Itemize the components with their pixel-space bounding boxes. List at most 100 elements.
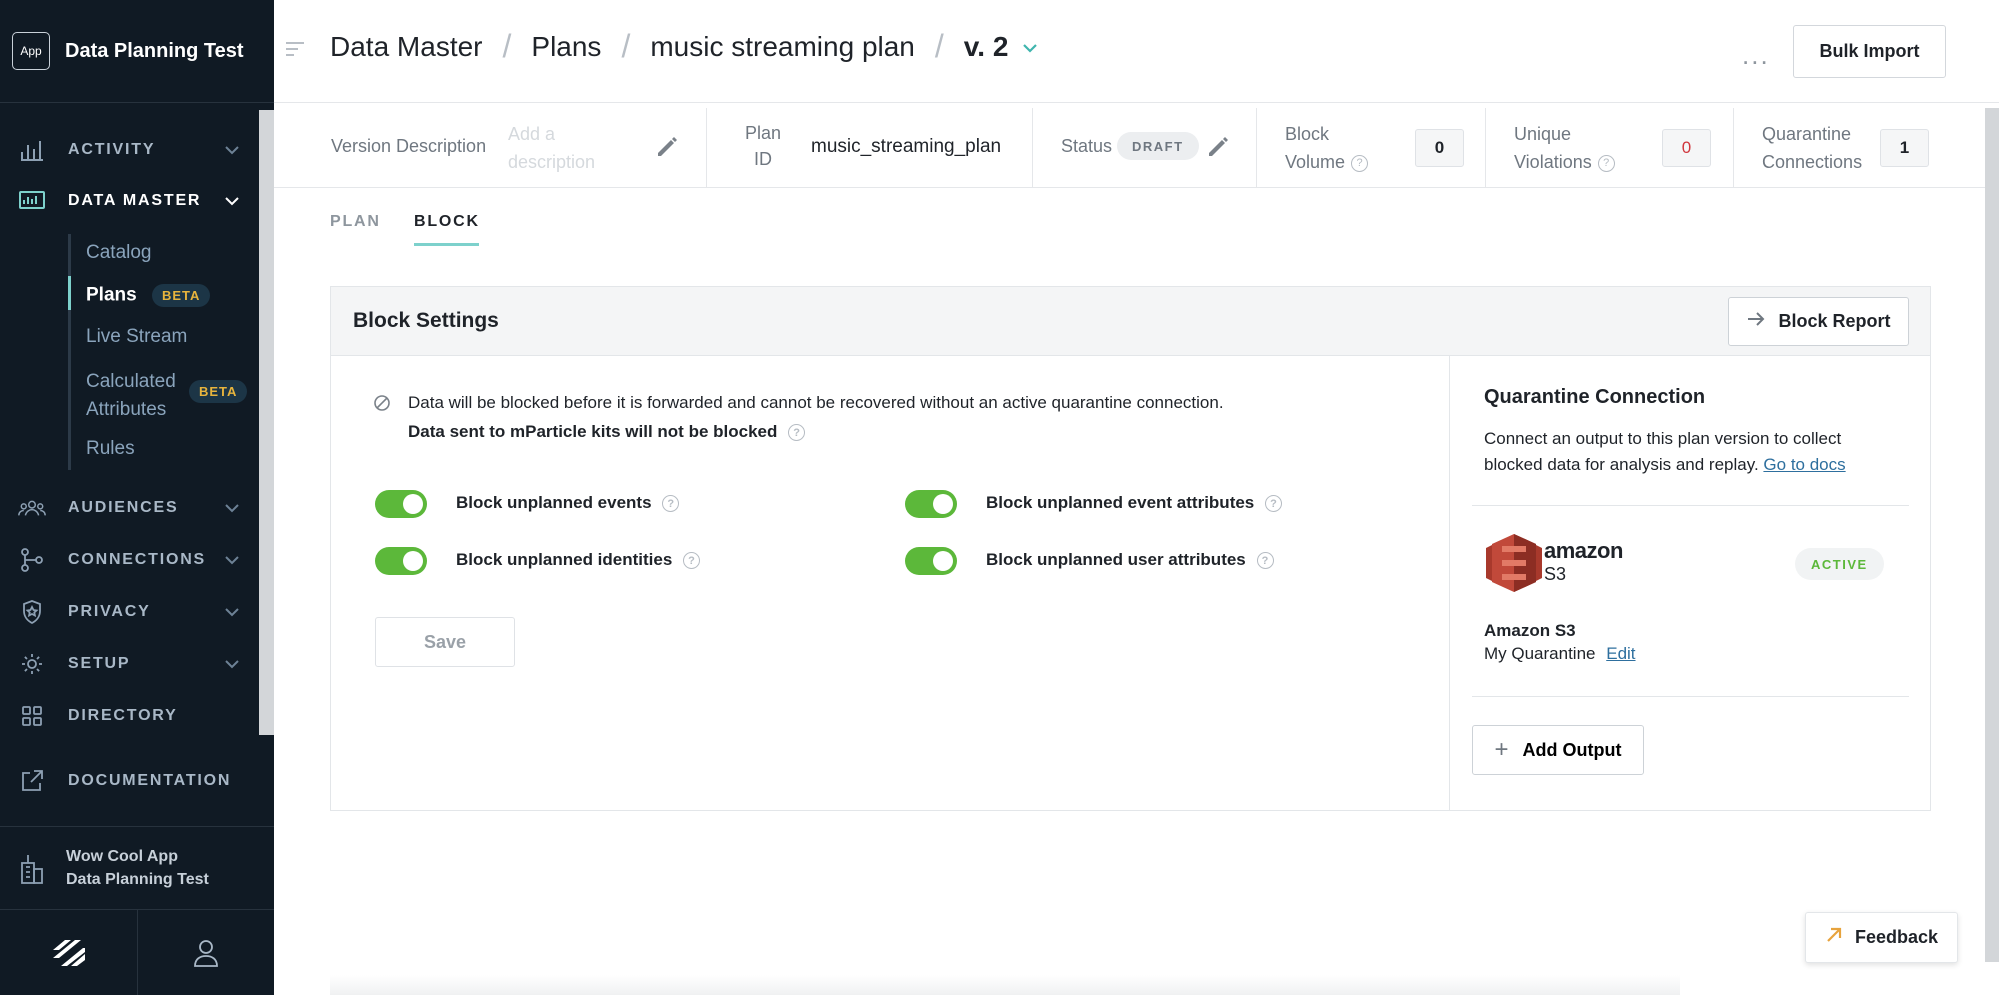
chevron-down-icon: [222, 191, 242, 211]
help-icon[interactable]: ?: [1265, 495, 1282, 513]
help-icon[interactable]: ?: [683, 552, 701, 570]
pencil-icon[interactable]: [1205, 134, 1231, 165]
chevron-down-icon: [222, 140, 242, 160]
breadcrumb-plan-name[interactable]: music streaming plan: [650, 31, 915, 63]
tab-block[interactable]: BLOCK: [414, 213, 480, 231]
building-icon: [20, 851, 44, 890]
block-volume-label-1: Block: [1285, 124, 1330, 144]
bulk-import-button[interactable]: Bulk Import: [1793, 25, 1946, 78]
workspace-switcher[interactable]: Wow Cool App Data Planning Test: [0, 826, 274, 910]
unique-violations-cell: Unique Violations? 0: [1486, 108, 1734, 188]
pencil-icon[interactable]: [654, 134, 680, 165]
save-button[interactable]: Save: [375, 617, 515, 667]
subnav-plans-label: Plans: [86, 284, 137, 306]
app-badge: App: [12, 32, 50, 70]
nav-data-master-label: DATA MASTER: [68, 192, 202, 209]
version-selector[interactable]: v. 2: [964, 31, 1038, 63]
breadcrumb-separator: /: [502, 28, 512, 64]
app-name: Data Planning Test: [65, 39, 244, 62]
sidebar: App Data Planning Test ACTIVITY DATA MAS…: [0, 0, 274, 995]
activity-icon: [18, 136, 46, 164]
plan-id-value: music_streaming_plan: [811, 136, 1002, 157]
external-link-icon: [18, 767, 46, 795]
breadcrumb-separator: /: [934, 28, 944, 64]
version-description-placeholder-1: Add a: [508, 124, 556, 144]
unique-violations-label-1: Unique: [1514, 124, 1572, 144]
subnav-calc-label-2: Attributes: [86, 399, 167, 420]
nav-setup-label: SETUP: [68, 655, 131, 672]
breadcrumb-data-master[interactable]: Data Master: [330, 31, 483, 63]
breadcrumb-separator: /: [621, 28, 631, 64]
help-icon[interactable]: ?: [788, 424, 806, 442]
mparticle-logo-icon[interactable]: [0, 910, 137, 995]
breadcrumb-plans[interactable]: Plans: [531, 31, 601, 63]
help-icon[interactable]: ?: [1351, 154, 1369, 172]
block-report-button[interactable]: Block Report: [1728, 297, 1909, 346]
unique-violations-value: 0: [1662, 129, 1711, 167]
sidebar-bottom: [0, 910, 274, 995]
blocked-icon: [373, 394, 391, 417]
nav-directory[interactable]: DIRECTORY: [0, 696, 259, 736]
subnav-calculated-attributes[interactable]: Calculated Attributes: [86, 368, 176, 424]
workspace-line-2: Data Planning Test: [66, 871, 209, 888]
menu-toggle-icon[interactable]: [284, 40, 306, 63]
app-header[interactable]: App Data Planning Test: [0, 0, 274, 103]
feedback-button[interactable]: Feedback: [1805, 912, 1958, 963]
status-label: Status: [1061, 136, 1113, 156]
block-notice-kits: Data sent to mParticle kits will not be …: [408, 422, 806, 442]
active-indicator: [68, 276, 71, 310]
top-header: Data Master / Plans / music streaming pl…: [274, 0, 1999, 103]
tab-plan[interactable]: PLAN: [330, 213, 381, 231]
toggle-block-unplanned-identities[interactable]: [375, 547, 427, 575]
quarantine-connections-label: Quarantine Connections: [1762, 120, 1862, 176]
toggle-label-text: Block unplanned identities: [456, 550, 673, 569]
subnav-plans[interactable]: Plans BETA: [86, 284, 211, 307]
block-volume-label: Block Volume?: [1285, 120, 1369, 176]
more-options-icon[interactable]: ...: [1742, 40, 1770, 71]
nav-connections[interactable]: CONNECTIONS: [0, 540, 259, 580]
nav-privacy[interactable]: PRIVACY: [0, 592, 259, 632]
go-to-docs-link[interactable]: Go to docs: [1763, 455, 1845, 474]
toggle-block-unplanned-user-attributes[interactable]: [905, 547, 957, 575]
shield-icon: [18, 598, 46, 626]
nav-connections-label: CONNECTIONS: [68, 551, 207, 568]
subnav-rules[interactable]: Rules: [86, 438, 135, 460]
workspace-name: Wow Cool App Data Planning Test: [66, 845, 209, 891]
version-label: v. 2: [963, 30, 1009, 62]
help-icon[interactable]: ?: [662, 495, 680, 513]
user-profile-icon[interactable]: [137, 910, 274, 995]
nav-setup[interactable]: SETUP: [0, 644, 259, 684]
toggle-block-unplanned-events[interactable]: [375, 490, 427, 518]
toggle-label: Block unplanned event attributes ?: [986, 493, 1282, 513]
workspace-line-1: Wow Cool App: [66, 848, 178, 865]
toggle-label: Block unplanned identities ?: [456, 550, 701, 570]
arrow-right-icon: [1746, 311, 1766, 332]
edit-output-link[interactable]: Edit: [1606, 644, 1635, 663]
add-output-label: Add Output: [1522, 739, 1622, 760]
nav-activity-label: ACTIVITY: [68, 141, 156, 158]
chevron-down-icon: [222, 550, 242, 570]
page-scrollbar[interactable]: [1985, 108, 1999, 962]
nav-documentation[interactable]: DOCUMENTATION: [0, 761, 259, 801]
help-icon[interactable]: ?: [1597, 154, 1615, 172]
subnav-catalog[interactable]: Catalog: [86, 242, 152, 264]
plus-icon: +: [1494, 736, 1509, 763]
nav-audiences[interactable]: AUDIENCES: [0, 488, 259, 528]
data-master-subnav: Catalog Plans BETA Live Stream Calculate…: [68, 234, 248, 470]
data-master-icon: [18, 187, 46, 215]
subnav-live-stream[interactable]: Live Stream: [86, 326, 187, 348]
sidebar-scrollbar[interactable]: [259, 110, 274, 735]
nav-data-master[interactable]: DATA MASTER: [0, 181, 259, 221]
version-description-field[interactable]: Add a description: [508, 120, 595, 176]
quarantine-label-2: Connections: [1762, 152, 1863, 172]
toggle-label: Block unplanned events ?: [456, 493, 680, 513]
toggle-block-unplanned-event-attributes[interactable]: [905, 490, 957, 518]
help-icon[interactable]: ?: [1256, 552, 1274, 570]
add-output-button[interactable]: + Add Output: [1472, 725, 1644, 775]
nav-activity[interactable]: ACTIVITY: [0, 130, 259, 170]
version-description-label: Version Description: [331, 136, 487, 156]
toggle-label-text: Block unplanned events: [456, 493, 652, 512]
quarantine-connections-value: 1: [1880, 129, 1929, 167]
plan-id-label-2: ID: [754, 149, 773, 169]
block-settings-title: Block Settings: [353, 309, 499, 332]
